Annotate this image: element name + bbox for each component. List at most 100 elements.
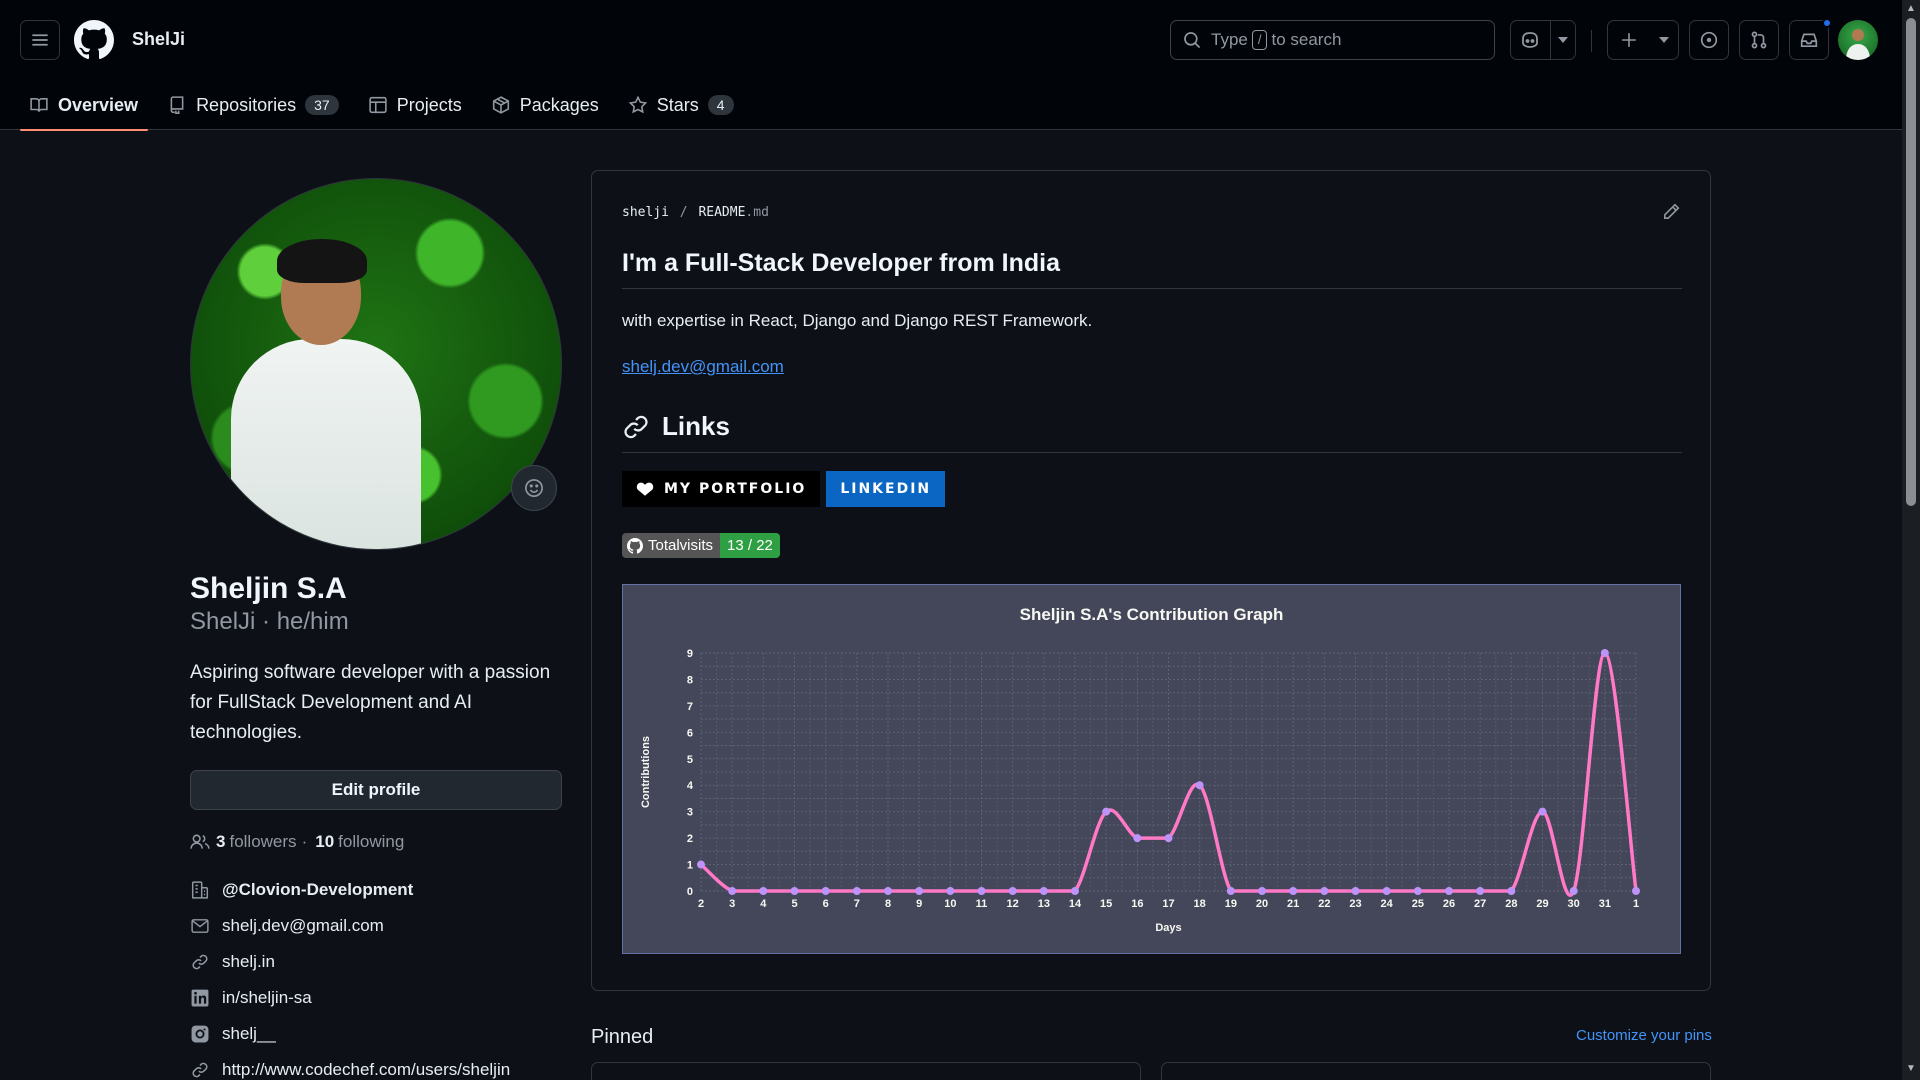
tab-projects[interactable]: Projects — [359, 80, 472, 130]
triangle-down-icon — [1659, 37, 1669, 43]
github-logo-icon[interactable] — [74, 20, 114, 60]
contribution-data-point — [697, 860, 705, 869]
y-tick-label: 5 — [687, 754, 693, 766]
followers-link[interactable]: followers — [229, 832, 296, 852]
avatar-person-body — [231, 339, 421, 549]
linkedin-badge[interactable]: LINKEDIN — [826, 471, 946, 507]
search-input[interactable]: Type / to search — [1170, 20, 1495, 60]
issues-button[interactable] — [1689, 20, 1729, 60]
contribution-data-point — [821, 887, 830, 895]
search-shortcut-key: / — [1251, 30, 1268, 50]
header-divider — [1591, 30, 1592, 52]
profile-avatar[interactable] — [190, 178, 562, 550]
detail-email[interactable]: shelj.dev@gmail.com — [190, 908, 562, 944]
contribution-data-point — [1351, 887, 1360, 895]
link-icon — [624, 415, 648, 438]
create-new-button[interactable] — [1608, 21, 1650, 59]
contribution-data-point — [759, 887, 768, 895]
copilot-split-button — [1510, 20, 1576, 60]
x-tick-label: 6 — [823, 898, 829, 910]
contribution-data-point — [1164, 834, 1173, 843]
create-new-split-button[interactable] — [1607, 20, 1679, 60]
tab-packages-label: Packages — [519, 94, 599, 115]
portfolio-badge-label: MY PORTFOLIO — [664, 481, 807, 497]
contribution-data-point — [946, 887, 955, 895]
contribution-chart-svg: 01234567892 3 4 5 6 7 8 9 10 11 12 13 14 15 16 17 18 19 20… — [640, 648, 1640, 934]
header-username-link[interactable]: ShelJi — [132, 29, 185, 50]
pull-requests-button[interactable] — [1739, 20, 1779, 60]
followers-count[interactable]: 3 — [216, 832, 225, 852]
tab-packages[interactable]: Packages — [482, 80, 609, 130]
readme-email-link[interactable]: shelj.dev@gmail.com — [622, 357, 784, 377]
x-tick-label: 9 — [916, 898, 922, 910]
scroll-down-arrow-icon[interactable]: ▼ — [1906, 1064, 1916, 1074]
contribution-data-point — [1289, 887, 1298, 895]
edit-profile-button[interactable]: Edit profile — [190, 770, 562, 810]
customize-pins-link[interactable]: Customize your pins — [1576, 1027, 1712, 1044]
following-link[interactable]: following — [338, 832, 404, 852]
contribution-data-point — [977, 887, 986, 895]
x-tick-label: 30 — [1568, 898, 1580, 910]
detail-website[interactable]: shelj.in — [190, 944, 562, 980]
scrollbar-thumb[interactable] — [1906, 18, 1916, 506]
x-tick-label: 10 — [944, 898, 956, 910]
follow-separator: · — [301, 832, 308, 851]
pinned-card[interactable] — [1161, 1062, 1711, 1080]
contribution-data-point — [1476, 887, 1485, 895]
x-tick-label: 7 — [854, 898, 860, 910]
avatar-person-hair — [277, 239, 367, 283]
portfolio-badge[interactable]: MY PORTFOLIO — [622, 471, 821, 507]
copilot-button[interactable] — [1511, 21, 1550, 59]
contribution-data-point — [1071, 887, 1079, 895]
page-scrollbar[interactable]: ▲ ▼ — [1902, 0, 1920, 1080]
profile-tabs: Overview Repositories 37 Projects Packag… — [20, 80, 754, 131]
contribution-data-point — [1133, 834, 1142, 843]
readme-heading: I'm a Full-Stack Developer from India — [622, 249, 1682, 289]
profile-full-name: Sheljin S.A — [190, 572, 347, 605]
contribution-data-point — [1632, 887, 1640, 895]
scroll-up-arrow-icon[interactable]: ▲ — [1906, 4, 1916, 14]
hamburger-menu-button[interactable] — [20, 20, 60, 60]
x-tick-label: 25 — [1412, 898, 1424, 910]
tab-repositories[interactable]: Repositories 37 — [158, 80, 349, 130]
tab-projects-label: Projects — [396, 94, 462, 115]
codechef-text: http://www.codechef.com/users/sheljin — [222, 1060, 511, 1079]
contribution-graph: Sheljin S.A's Contribution Graph 0123456… — [622, 584, 1681, 954]
plus-icon — [1622, 33, 1636, 47]
x-tick-label: 12 — [1007, 898, 1019, 910]
tab-stars[interactable]: Stars 4 — [619, 80, 744, 130]
repositories-count-badge: 37 — [305, 95, 339, 115]
contribution-data-point — [1008, 887, 1017, 895]
tab-overview[interactable]: Overview — [20, 80, 149, 131]
x-tick-label: 11 — [976, 898, 988, 910]
x-axis-label: Days — [1155, 922, 1181, 934]
total-visits-badge: Totalvisits 13 / 22 — [622, 533, 780, 558]
pinned-heading: Pinned — [591, 1026, 654, 1048]
detail-linkedin[interactable]: in/sheljin-sa — [190, 980, 562, 1016]
readme-breadcrumb-file: README — [698, 205, 746, 220]
edit-readme-button[interactable] — [1662, 203, 1680, 221]
github-mark-icon — [627, 537, 643, 554]
contribution-data-point — [1226, 887, 1235, 895]
hamburger-icon — [32, 34, 48, 46]
detail-organization[interactable]: @Clovion-Development — [190, 872, 562, 908]
set-status-button[interactable] — [511, 465, 557, 511]
contribution-data-point — [1538, 807, 1547, 816]
create-dropdown-arrow[interactable] — [1650, 21, 1678, 59]
readme-breadcrumb-user[interactable]: shelji — [622, 205, 669, 220]
x-tick-label: 26 — [1443, 898, 1455, 910]
organization-text: @Clovion-Development — [222, 880, 414, 899]
stars-count-badge: 4 — [707, 95, 734, 115]
x-tick-label: 24 — [1381, 898, 1394, 910]
detail-instagram[interactable]: shelj__ — [190, 1016, 562, 1052]
contribution-data-point — [1413, 887, 1422, 895]
copilot-dropdown-button[interactable] — [1551, 21, 1575, 59]
user-avatar[interactable] — [1838, 20, 1878, 60]
y-tick-label: 1 — [687, 860, 693, 872]
pinned-card[interactable] — [591, 1062, 1141, 1080]
contribution-data-point — [1102, 807, 1111, 816]
table-icon — [369, 96, 387, 114]
detail-codechef[interactable]: http://www.codechef.com/users/sheljin — [190, 1052, 562, 1080]
readme-breadcrumb-ext: .md — [745, 205, 769, 220]
following-count[interactable]: 10 — [315, 832, 334, 852]
